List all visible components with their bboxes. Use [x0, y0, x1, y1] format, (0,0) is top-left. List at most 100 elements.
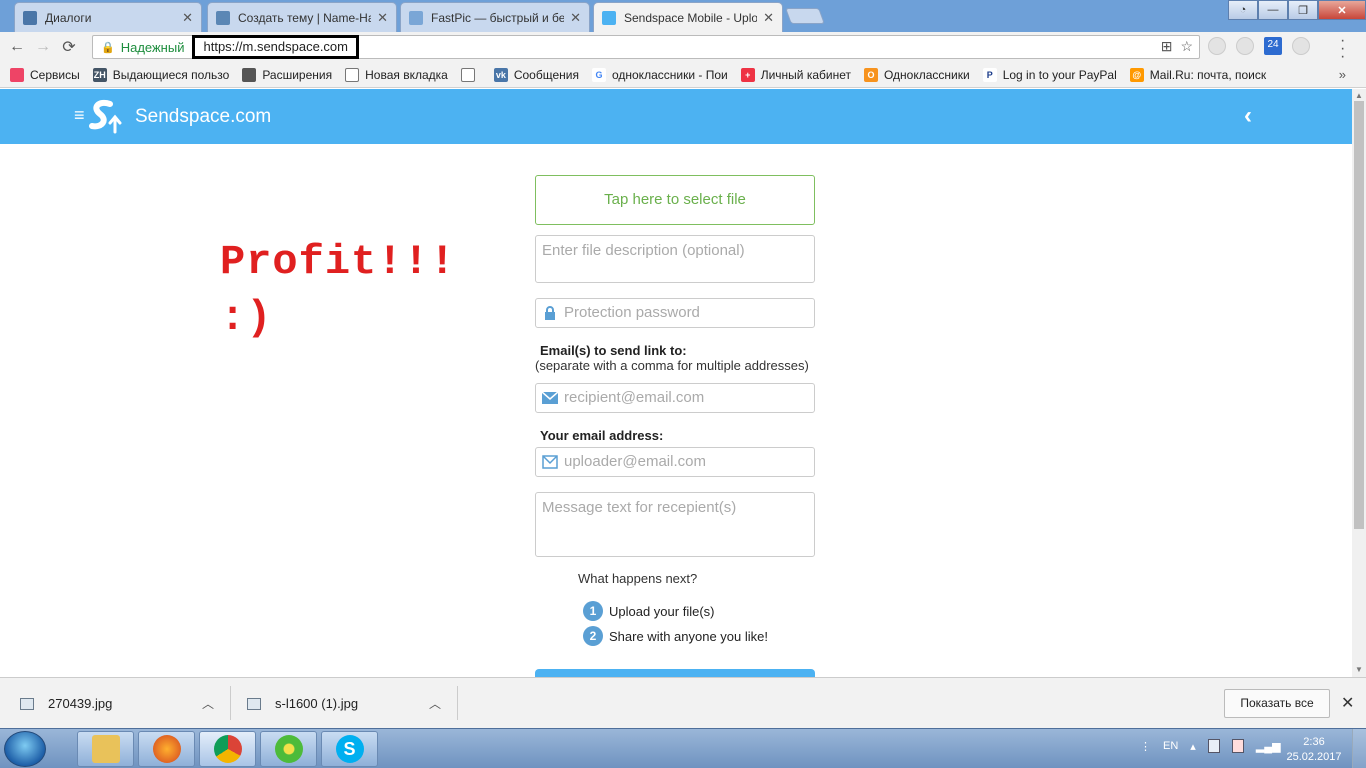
close-icon[interactable]: ✕ [377, 10, 388, 26]
bookmark-apps[interactable]: Сервисы [10, 67, 80, 82]
tab-create-topic[interactable]: Создать тему | Name-Ha ✕ [207, 2, 397, 32]
bookmark-item[interactable]: P Log in to your PayPal [982, 67, 1117, 82]
clock-date: 25.02.2017 [1286, 751, 1342, 763]
url-text[interactable]: https://m.sendspace.com [192, 35, 359, 59]
chevron-left-icon[interactable]: ‹ [1244, 102, 1252, 130]
start-button[interactable] [4, 731, 46, 767]
address-bar[interactable]: 🔒 Надежный https://m.sendspace.com ⊞ ☆ [92, 35, 1200, 59]
recipient-email-input[interactable]: recipient@email.com [535, 383, 815, 413]
extension-badge-icon[interactable]: 24 [1264, 37, 1282, 55]
bookmark-label: Сообщения [513, 67, 579, 82]
password-input[interactable]: Protection password [535, 298, 815, 328]
download-item[interactable]: 270439.jpg ︿ [20, 678, 220, 729]
tab-fastpic[interactable]: FastPic — быстрый и бе ✕ [400, 2, 590, 32]
network-icon[interactable] [1231, 739, 1244, 753]
extension-icon[interactable] [1236, 37, 1254, 55]
chevron-up-icon[interactable]: ︿ [202, 695, 214, 712]
bookmark-item[interactable]: ZH Выдающиеся пользо [92, 67, 229, 82]
uploader-email-input[interactable]: uploader@email.com [535, 447, 815, 477]
annotation-text: Profit!!! :) [220, 234, 456, 346]
envelope-icon [542, 391, 558, 404]
maximize-button[interactable]: ❐ [1288, 0, 1318, 20]
bookmark-label: одноклассники - Пои [611, 67, 728, 82]
page-scrollbar[interactable]: ▲ ▼ [1352, 89, 1366, 677]
back-arrow-icon[interactable]: ← [4, 38, 30, 56]
scrollbar-thumb[interactable] [1354, 101, 1364, 529]
brand-name[interactable]: Sendspace.com [135, 106, 271, 128]
download-item[interactable]: s-l1600 (1).jpg ︿ [247, 678, 447, 729]
translate-icon[interactable]: ⊞ [1161, 38, 1173, 55]
chevron-up-icon[interactable]: ︿ [429, 695, 441, 712]
tab-title: Sendspace Mobile - Uplo [624, 10, 758, 25]
bookmark-label: Одноклассники [883, 67, 970, 82]
bookmark-item[interactable]: Новая вкладка [345, 67, 448, 82]
close-window-button[interactable]: ✕ [1318, 0, 1366, 20]
apps-grid-icon [10, 67, 24, 82]
minimize-button[interactable]: — [1258, 0, 1288, 20]
user-icon[interactable]: ◔ [1228, 0, 1258, 20]
close-icon[interactable]: ✕ [763, 10, 774, 26]
firefox-taskbar-button[interactable] [138, 731, 195, 767]
close-icon[interactable]: ✕ [570, 10, 581, 26]
divider [457, 686, 458, 720]
site-header: ≡ Sendspace.com ‹ [0, 89, 1352, 144]
bookmark-item[interactable]: Расширения [242, 67, 333, 82]
close-icon[interactable]: ✕ [182, 10, 193, 26]
show-desktop-button[interactable] [1352, 729, 1366, 768]
skype-taskbar-button[interactable]: S [321, 731, 378, 767]
image-file-icon [20, 697, 34, 710]
tab-title: Диалоги [45, 10, 92, 25]
paypal-icon: P [982, 67, 997, 82]
cross-icon: + [740, 67, 755, 82]
bookmark-item[interactable]: vk Сообщения [493, 67, 579, 82]
bookmark-item[interactable]: O Одноклассники [863, 67, 970, 82]
forward-arrow-icon[interactable]: → [30, 38, 56, 56]
annotation-line: Profit!!! [220, 238, 456, 286]
bookmark-label: Расширения [262, 67, 333, 82]
device-icon[interactable] [1207, 739, 1220, 753]
extension-icon[interactable] [1208, 37, 1226, 55]
extension-icon[interactable] [1292, 37, 1310, 55]
extensions: 24 [1208, 37, 1310, 55]
placeholder-text: uploader@email.com [564, 453, 706, 470]
scroll-up-icon[interactable]: ▲ [1355, 91, 1363, 100]
secure-label: Надежный [120, 39, 185, 55]
bookmark-item[interactable] [460, 67, 481, 82]
lock-icon [545, 306, 555, 320]
bookmark-item[interactable]: + Личный кабинет [740, 67, 851, 82]
upload-button[interactable] [535, 669, 815, 677]
tab-sendspace[interactable]: Sendspace Mobile - Uplo ✕ [593, 2, 783, 32]
sendspace-logo-icon[interactable] [88, 98, 122, 134]
vk-icon: vk [493, 67, 508, 82]
scroll-down-icon[interactable]: ▼ [1355, 665, 1363, 674]
select-file-button[interactable]: Tap here to select file [535, 175, 815, 225]
show-all-button[interactable]: Показать все [1224, 689, 1330, 718]
close-icon[interactable]: ✕ [1341, 693, 1354, 713]
bookmark-item[interactable]: Gодноклассники - Пои [591, 67, 728, 82]
icq-flower-icon [274, 735, 303, 763]
explorer-taskbar-button[interactable] [77, 731, 134, 767]
bookmark-star-icon[interactable]: ☆ [1180, 38, 1193, 55]
more-bookmarks-icon[interactable]: » [1339, 67, 1346, 82]
new-tab-button[interactable] [785, 8, 825, 24]
system-tray: ⋮ EN ▴ ▂▄▆ [1140, 739, 1281, 753]
signal-icon[interactable]: ▂▄▆ [1256, 740, 1281, 753]
description-textarea[interactable]: Enter file description (optional) [535, 235, 815, 283]
chrome-taskbar-button[interactable] [199, 731, 256, 767]
reload-icon[interactable]: ⟳ [56, 37, 82, 57]
clock[interactable]: 2:36 25.02.2017 [1282, 735, 1346, 765]
placeholder-text: Message text for recepient(s) [542, 499, 737, 516]
clock-time: 2:36 [1303, 736, 1325, 748]
hamburger-menu-icon[interactable]: ≡ [74, 106, 85, 124]
message-textarea[interactable]: Message text for recepient(s) [535, 492, 815, 557]
icq-taskbar-button[interactable] [260, 731, 317, 767]
tab-title: FastPic — быстрый и бе [431, 10, 565, 25]
placeholder-text: Protection password [564, 304, 700, 321]
chevron-up-icon[interactable]: ▴ [1190, 740, 1196, 753]
tab-dialogs[interactable]: Диалоги ✕ [14, 2, 202, 32]
firefox-icon [152, 735, 181, 763]
placeholder-text: Enter file description (optional) [542, 242, 745, 259]
language-indicator[interactable]: EN [1163, 740, 1178, 752]
menu-icon[interactable]: · · · [1340, 33, 1345, 65]
bookmark-item[interactable]: @ Mail.Ru: почта, поиск [1129, 67, 1266, 82]
